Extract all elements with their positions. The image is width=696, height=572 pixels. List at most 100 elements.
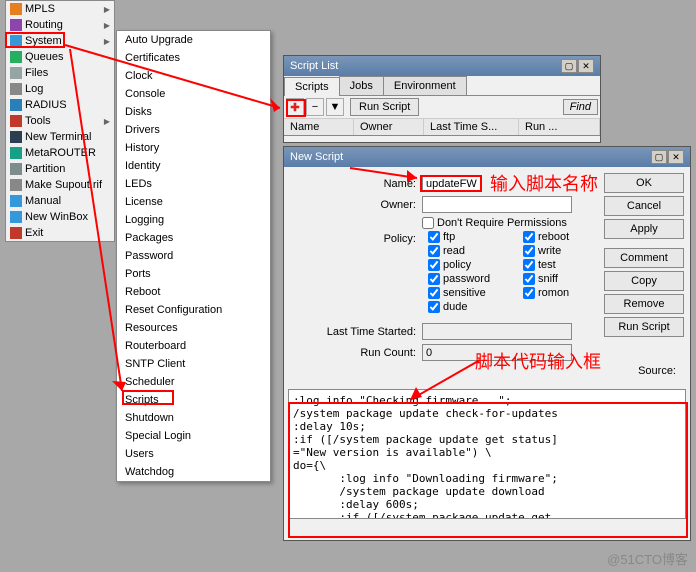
script-list-toolbar: ✚ − ▼ Run Script Find	[284, 96, 600, 119]
side-mpls[interactable]: MPLS▶	[6, 1, 114, 17]
submenu-ports[interactable]: Ports	[117, 265, 270, 283]
tab-scripts[interactable]: Scripts	[284, 77, 340, 96]
min-icon[interactable]: ▢	[651, 150, 667, 164]
submenu-watchdog[interactable]: Watchdog	[117, 463, 270, 481]
tab-environment[interactable]: Environment	[383, 76, 467, 95]
add-button[interactable]: ✚	[286, 98, 304, 116]
submenu-disks[interactable]: Disks	[117, 103, 270, 121]
source-textarea[interactable]: :log info "Checking firmware..."; /syste…	[288, 389, 686, 519]
dont-require-check[interactable]: Don't Require Permissions	[422, 217, 567, 229]
lasttime-label: Last Time Started:	[292, 326, 422, 338]
script-grid-header: Name Owner Last Time S... Run ...	[284, 119, 600, 136]
col-owner[interactable]: Owner	[354, 119, 424, 135]
apply-button[interactable]: Apply	[604, 219, 684, 239]
submenu-logging[interactable]: Logging	[117, 211, 270, 229]
policy-sensitive[interactable]: sensitive	[428, 287, 503, 299]
owner-label: Owner:	[292, 199, 422, 211]
side-routing[interactable]: Routing▶	[6, 17, 114, 33]
submenu-history[interactable]: History	[117, 139, 270, 157]
find-button[interactable]: Find	[563, 99, 598, 115]
submenu-packages[interactable]: Packages	[117, 229, 270, 247]
annotation-source: 脚本代码输入框	[475, 348, 601, 374]
submenu-console[interactable]: Console	[117, 85, 270, 103]
runcount-label: Run Count:	[292, 347, 422, 359]
name-label: Name:	[292, 178, 422, 190]
side-radius[interactable]: RADIUS	[6, 97, 114, 113]
submenu-drivers[interactable]: Drivers	[117, 121, 270, 139]
close-icon[interactable]: ✕	[578, 59, 594, 73]
remove-button[interactable]: Remove	[604, 294, 684, 314]
policy-romon[interactable]: romon	[523, 287, 598, 299]
minus-icon: −	[312, 101, 318, 113]
submenu-scheduler[interactable]: Scheduler	[117, 373, 270, 391]
policy-sniff[interactable]: sniff	[523, 273, 598, 285]
submenu-leds[interactable]: LEDs	[117, 175, 270, 193]
side-newterminal[interactable]: New Terminal	[6, 129, 114, 145]
submenu-clock[interactable]: Clock	[117, 67, 270, 85]
submenu-routerboard[interactable]: Routerboard	[117, 337, 270, 355]
annotation-name: 输入脚本名称	[490, 170, 598, 196]
policy-read[interactable]: read	[428, 245, 503, 257]
sidebar: MPLS▶ Routing▶ System▶ Queues Files Log …	[5, 0, 115, 242]
runscript-button[interactable]: Run Script	[604, 317, 684, 337]
submenu-certificates[interactable]: Certificates	[117, 49, 270, 67]
policy-write[interactable]: write	[523, 245, 598, 257]
side-exit[interactable]: Exit	[6, 225, 114, 241]
submenu-reset-configuration[interactable]: Reset Configuration	[117, 301, 270, 319]
col-name[interactable]: Name	[284, 119, 354, 135]
watermark: @51CTO博客	[607, 549, 688, 568]
filter-button[interactable]: ▼	[326, 98, 344, 116]
source-label: Source:	[638, 365, 676, 377]
policy-test[interactable]: test	[523, 259, 598, 271]
side-system[interactable]: System▶	[6, 33, 114, 49]
funnel-icon: ▼	[330, 101, 341, 113]
policy-password[interactable]: password	[428, 273, 503, 285]
system-submenu: Auto UpgradeCertificatesClockConsoleDisk…	[116, 30, 271, 482]
side-queues[interactable]: Queues	[6, 49, 114, 65]
submenu-resources[interactable]: Resources	[117, 319, 270, 337]
plus-icon: ✚	[290, 101, 299, 114]
submenu-scripts[interactable]: Scripts	[117, 391, 270, 409]
side-supout[interactable]: Make Supout.rif	[6, 177, 114, 193]
remove-button[interactable]: −	[306, 98, 324, 116]
side-newwinbox[interactable]: New WinBox	[6, 209, 114, 225]
cancel-button[interactable]: Cancel	[604, 196, 684, 216]
col-run[interactable]: Run ...	[519, 119, 600, 135]
lasttime-field	[422, 323, 572, 340]
policy-[interactable]	[523, 301, 598, 313]
policy-label: Policy:	[292, 233, 422, 245]
side-tools[interactable]: Tools▶	[6, 113, 114, 129]
new-script-titlebar[interactable]: New Script ▢✕	[284, 147, 690, 167]
policy-ftp[interactable]: ftp	[428, 231, 503, 243]
policy-policy[interactable]: policy	[428, 259, 503, 271]
policy-reboot[interactable]: reboot	[523, 231, 598, 243]
submenu-special-login[interactable]: Special Login	[117, 427, 270, 445]
script-list-titlebar[interactable]: Script List ▢✕	[284, 56, 600, 76]
run-script-button[interactable]: Run Script	[350, 98, 419, 116]
submenu-license[interactable]: License	[117, 193, 270, 211]
copy-button[interactable]: Copy	[604, 271, 684, 291]
name-input[interactable]	[422, 175, 482, 192]
min-icon[interactable]: ▢	[561, 59, 577, 73]
side-files[interactable]: Files	[6, 65, 114, 81]
close-icon[interactable]: ✕	[668, 150, 684, 164]
script-list-window: Script List ▢✕ Scripts Jobs Environment …	[283, 55, 601, 143]
ok-button[interactable]: OK	[604, 173, 684, 193]
submenu-users[interactable]: Users	[117, 445, 270, 463]
submenu-shutdown[interactable]: Shutdown	[117, 409, 270, 427]
script-list-tabs: Scripts Jobs Environment	[284, 76, 600, 96]
submenu-password[interactable]: Password	[117, 247, 270, 265]
policy-dude[interactable]: dude	[428, 301, 503, 313]
submenu-identity[interactable]: Identity	[117, 157, 270, 175]
side-metarouter[interactable]: MetaROUTER	[6, 145, 114, 161]
submenu-sntp-client[interactable]: SNTP Client	[117, 355, 270, 373]
side-partition[interactable]: Partition	[6, 161, 114, 177]
owner-input[interactable]	[422, 196, 572, 213]
side-manual[interactable]: Manual	[6, 193, 114, 209]
col-lasttime[interactable]: Last Time S...	[424, 119, 519, 135]
submenu-auto-upgrade[interactable]: Auto Upgrade	[117, 31, 270, 49]
comment-button[interactable]: Comment	[604, 248, 684, 268]
side-log[interactable]: Log	[6, 81, 114, 97]
tab-jobs[interactable]: Jobs	[339, 76, 384, 95]
submenu-reboot[interactable]: Reboot	[117, 283, 270, 301]
